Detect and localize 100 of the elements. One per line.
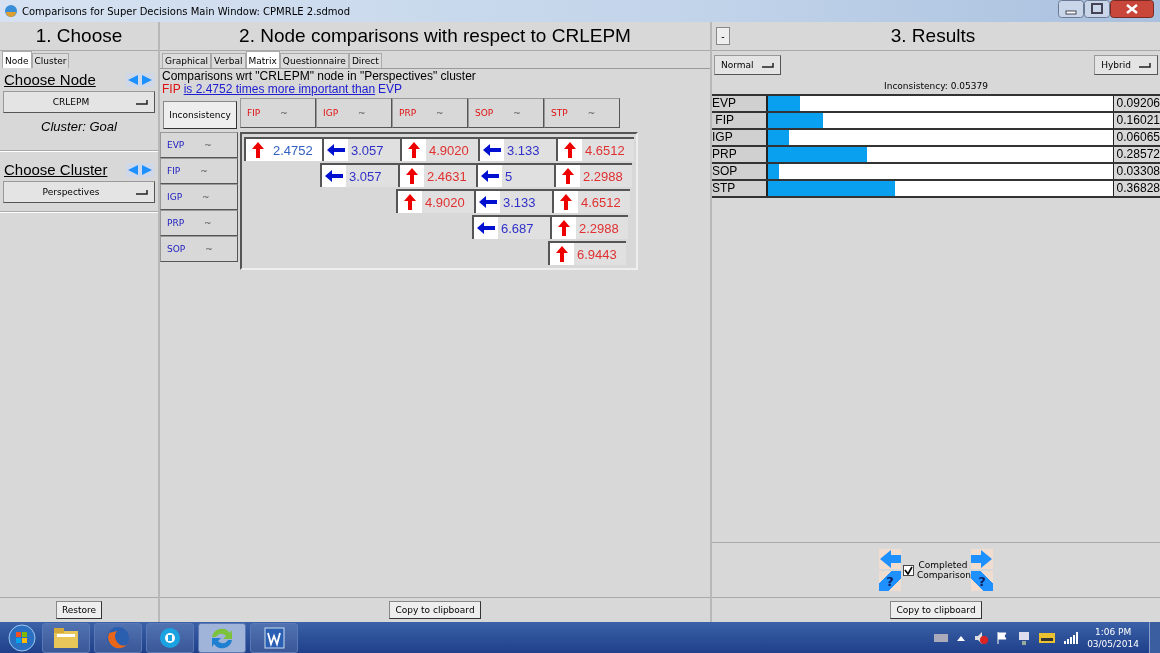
left-arrow-icon	[126, 162, 140, 177]
inconsistency-text: Inconsistency: 0.05379	[883, 80, 989, 93]
priority-label: SOP	[712, 164, 766, 179]
node-dropdown[interactable]: CRLEPM	[3, 91, 155, 113]
clock-time: 1:06 PM	[1094, 625, 1132, 638]
priority-value: 0.16021	[1115, 113, 1160, 128]
taskbar-button[interactable]	[42, 622, 90, 653]
value-field[interactable]: 6.9443	[574, 243, 626, 265]
value-field[interactable]: 3.057	[346, 165, 398, 187]
tab[interactable]: Direct	[348, 53, 382, 68]
priority-value: 0.09206	[1115, 96, 1160, 111]
statement-link[interactable]: is 2.4752 times more important than	[183, 83, 376, 96]
column-header[interactable]: SOP ~	[468, 98, 544, 128]
value-field[interactable]: 6.687	[498, 217, 550, 239]
flag-icon	[997, 631, 1010, 644]
taskbar-button[interactable]	[146, 622, 194, 653]
minimize-icon	[1058, 0, 1084, 18]
priority-value: 0.03308	[1115, 164, 1160, 179]
next-arrow-icon	[971, 549, 993, 569]
copy-button[interactable]: Copy to clipboard	[389, 601, 481, 619]
row-header[interactable]: EVP ~	[160, 132, 238, 158]
priority-value: 0.28572	[1115, 147, 1160, 162]
left-arrow-icon	[477, 222, 495, 234]
comparison-caption: Comparisons wrt "CRLEPM" node in "Perspectives" cluster	[161, 69, 477, 83]
up-arrow-icon	[404, 194, 416, 210]
value-field[interactable]: 2.4752	[270, 139, 322, 161]
left-arrow-icon	[481, 170, 499, 182]
priority-label: PRP	[712, 147, 766, 162]
priority-label: IGP	[712, 130, 766, 145]
view-dropdown[interactable]: Hybrid	[1094, 55, 1158, 75]
up-arrow-icon	[406, 168, 418, 184]
tab[interactable]: Cluster	[31, 53, 70, 68]
value-field[interactable]: 3.057	[348, 139, 400, 161]
collapse-button[interactable]: -	[716, 27, 730, 45]
right-arrow-icon	[140, 72, 154, 87]
panel-heading: 2. Node comparisons with respect to CRLEPM	[160, 22, 710, 51]
clock-date: 03/05/2014	[1087, 637, 1139, 650]
copy-button[interactable]: Copy to clipboard	[890, 601, 982, 619]
battery-icon	[1039, 631, 1056, 644]
right-arrow-icon	[140, 162, 154, 177]
tab[interactable]: Questionnaire	[279, 53, 349, 68]
completed-label: Completed Comparison	[917, 560, 969, 580]
tab[interactable]: Verbal	[211, 53, 246, 68]
left-arrow-icon	[327, 144, 345, 156]
cluster-dropdown[interactable]: Perspectives	[3, 181, 155, 203]
column-header[interactable]: FIP ~	[240, 98, 316, 128]
priority-label: EVP	[712, 96, 766, 111]
left-arrow-icon	[479, 196, 497, 208]
priority-value: 0.36828	[1115, 181, 1160, 196]
speaker-muted-icon	[974, 630, 989, 645]
tab[interactable]: Graphical	[162, 53, 212, 68]
up-arrow-icon	[408, 142, 420, 158]
value-field[interactable]: 4.9020	[426, 139, 478, 161]
choose-node-label: Choose Node	[4, 71, 96, 88]
caret-icon	[761, 62, 774, 68]
start-button-icon	[6, 622, 38, 653]
panel-heading: 3. Results	[889, 25, 977, 47]
inconsistency-button[interactable]: Inconsistency	[163, 101, 237, 129]
window-title: Comparisons for Super Decisions Main Window: CPMRLE 2.sdmod	[22, 5, 352, 17]
left-arrow-icon	[483, 144, 501, 156]
app-icon	[4, 4, 18, 18]
column-header[interactable]: PRP ~	[392, 98, 468, 128]
column-header[interactable]: STP ~	[544, 98, 620, 128]
mode-dropdown[interactable]: Normal	[714, 55, 781, 75]
previous-arrow-icon	[879, 549, 901, 569]
row-header[interactable]: PRP ~	[160, 210, 238, 236]
taskbar-button[interactable]	[198, 622, 246, 653]
row-header[interactable]: FIP ~	[160, 158, 238, 184]
priority-label: STP	[712, 181, 766, 196]
choose-cluster-label: Choose Cluster	[4, 161, 108, 178]
restore-button[interactable]: Restore	[55, 601, 103, 619]
priority-value: 0.06065	[1115, 130, 1160, 145]
value-field[interactable]: 2.2988	[580, 165, 632, 187]
tab[interactable]: Matrix	[245, 51, 280, 68]
up-arrow-icon	[562, 168, 574, 184]
value-field[interactable]: 2.4631	[424, 165, 476, 187]
value-field[interactable]: 2.2988	[576, 217, 628, 239]
show-hidden-icon	[957, 634, 966, 641]
value-field[interactable]: 5	[502, 165, 554, 187]
keyboard-icon	[934, 632, 949, 643]
taskbar-button[interactable]	[250, 622, 298, 653]
value-field[interactable]: 4.9020	[422, 191, 474, 213]
next-help-button[interactable]: ?	[971, 571, 993, 591]
value-field[interactable]: 3.133	[500, 191, 552, 213]
up-arrow-icon	[558, 220, 570, 236]
tab[interactable]: Node	[2, 51, 32, 68]
signal-icon	[1064, 631, 1079, 644]
left-arrow-icon	[126, 72, 140, 87]
completed-checkbox[interactable]	[903, 564, 914, 576]
row-header[interactable]: IGP ~	[160, 184, 238, 210]
caret-icon	[136, 189, 148, 195]
previous-help-button[interactable]: ?	[879, 571, 901, 591]
node-name: FIP	[162, 83, 181, 96]
check-icon	[904, 565, 913, 575]
row-header[interactable]: SOP ~	[160, 236, 238, 262]
cluster-note: Cluster: Goal	[40, 118, 118, 136]
close-icon	[1110, 0, 1154, 18]
priority-label: FIP	[712, 113, 766, 128]
value-field[interactable]: 3.133	[504, 139, 556, 161]
column-header[interactable]: IGP ~	[316, 98, 392, 128]
